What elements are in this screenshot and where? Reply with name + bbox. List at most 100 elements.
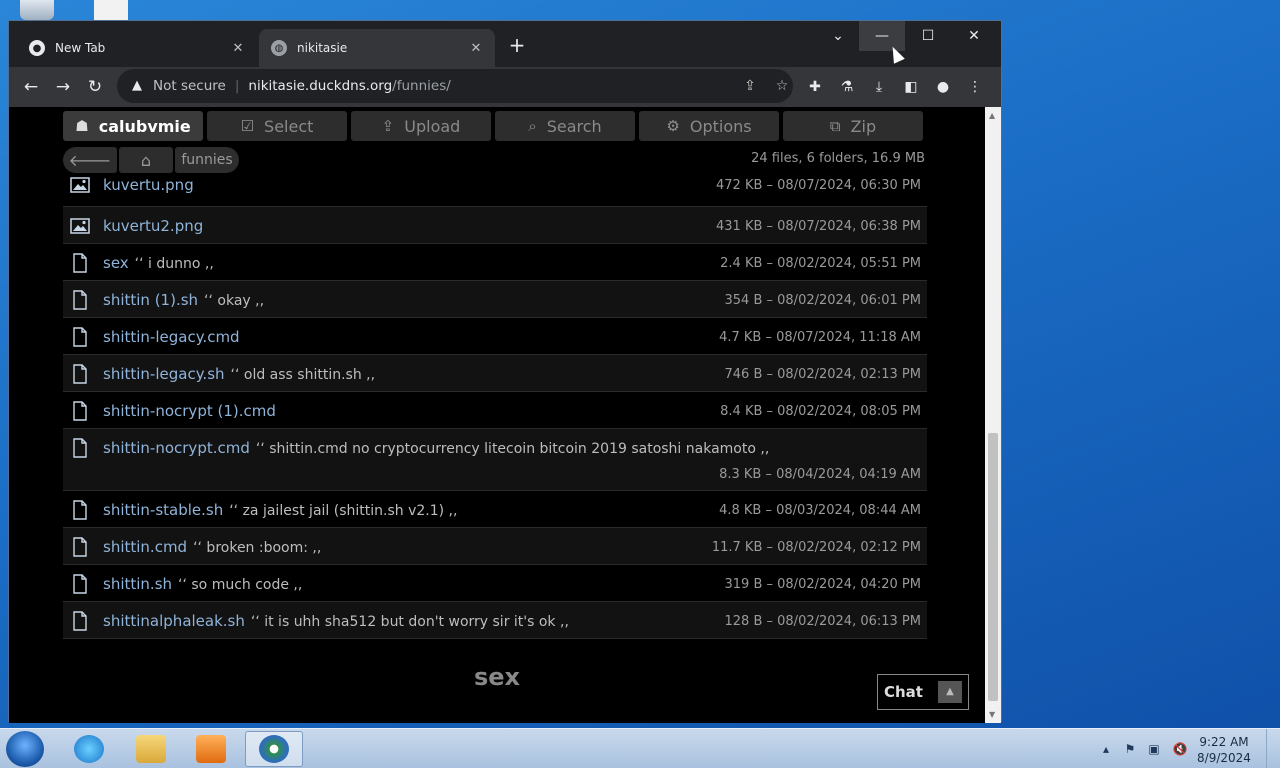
options-button[interactable]: ⚙ Options — [639, 111, 779, 141]
file-name-link[interactable]: shittin-nocrypt.cmd ‘‘ shittin.cmd no cry… — [103, 439, 769, 457]
file-row[interactable]: shittin-stable.sh ‘‘ za jailest jail (shi… — [63, 491, 927, 528]
start-button[interactable] — [6, 731, 44, 767]
zip-button[interactable]: ⧉ Zip — [783, 111, 923, 141]
network-icon[interactable]: ▣ — [1146, 741, 1162, 757]
file-row[interactable]: kuvertu.png 472 KB – 08/07/2024, 06:30 PM — [63, 176, 927, 207]
file-name[interactable]: shittin-nocrypt.cmd — [103, 439, 250, 457]
address-bar[interactable]: ▲ Not secure | nikitasie.duckdns.org /fu… — [117, 69, 793, 103]
scroll-down-icon[interactable]: ▼ — [989, 710, 995, 719]
side-panel-icon[interactable]: ◧ — [901, 77, 921, 97]
page-scrollbar[interactable]: ▲ ▼ — [985, 107, 1001, 723]
file-name[interactable]: shittin (1).sh — [103, 291, 198, 309]
chat-toggle-icon[interactable]: ▲ — [938, 681, 962, 703]
security-label[interactable]: Not secure — [153, 78, 226, 94]
tab-title: New Tab — [55, 41, 106, 55]
taskbar-clock[interactable]: 9:22 AM 8/9/2024 — [1194, 734, 1254, 766]
volume-muted-icon[interactable]: 🔇 — [1172, 741, 1188, 757]
file-name[interactable]: shittin-stable.sh — [103, 501, 223, 519]
warning-icon[interactable]: ▲ — [129, 78, 145, 94]
breadcrumb-folder[interactable]: funnies — [175, 147, 239, 173]
file-comment: ‘‘ shittin.cmd no cryptocurrency litecoi… — [255, 441, 770, 457]
close-icon[interactable]: ✕ — [467, 41, 485, 56]
file-row[interactable]: shittin.sh ‘‘ so much code ,, 319 B – 08/0… — [63, 565, 927, 602]
tray-expand-icon[interactable]: ▴ — [1098, 741, 1114, 757]
file-row[interactable]: shittin-nocrypt.cmd ‘‘ shittin.cmd no cry… — [63, 429, 927, 491]
file-row[interactable]: kuvertu2.png 431 KB – 08/07/2024, 06:38 P… — [63, 207, 927, 244]
file-name-link[interactable]: shittinalphaleak.sh ‘‘ it is uhh sha512 b… — [103, 612, 569, 630]
reload-icon[interactable]: ↻ — [81, 73, 109, 101]
back-arrow-icon: 🡐 — [68, 151, 112, 170]
file-name-link[interactable]: shittin-nocrypt (1).cmd — [103, 402, 276, 420]
file-name[interactable]: shittinalphaleak.sh — [103, 612, 245, 630]
tab-search-icon[interactable]: ⌄ — [815, 21, 861, 51]
back-arrow-icon[interactable]: ← — [17, 73, 45, 101]
scroll-up-icon[interactable]: ▲ — [989, 111, 995, 120]
file-name[interactable]: shittin.sh — [103, 575, 172, 593]
file-row[interactable]: shittinalphaleak.sh ‘‘ it is uhh sha512 b… — [63, 602, 927, 639]
file-name-link[interactable]: shittin (1).sh ‘‘ okay ,, — [103, 291, 264, 309]
file-name[interactable]: shittin-legacy.cmd — [103, 328, 240, 346]
file-name-link[interactable]: shittin.sh ‘‘ so much code ,, — [103, 575, 302, 593]
chat-widget[interactable]: Chat ▲ — [877, 674, 969, 710]
file-icon — [70, 537, 90, 557]
file-row[interactable]: shittin.cmd ‘‘ broken :boom: ,, 11.7 KB – … — [63, 528, 927, 565]
select-button[interactable]: ☑ Select — [207, 111, 347, 141]
page-viewport: ☗ calubvmie ☑ Select ⇪ Upload ⌕ Search ⚙… — [9, 107, 985, 723]
file-name-link[interactable]: kuvertu2.png — [103, 217, 203, 235]
file-name[interactable]: kuvertu2.png — [103, 217, 203, 235]
close-window-button[interactable]: ✕ — [951, 21, 997, 51]
file-icon — [70, 253, 90, 273]
file-name-link[interactable]: shittin-legacy.cmd — [103, 328, 240, 346]
file-name-link[interactable]: sex ‘‘ i dunno ,, — [103, 254, 214, 272]
share-icon[interactable]: ⇪ — [741, 77, 759, 95]
new-tab-button[interactable]: + — [507, 35, 527, 55]
file-meta: 2.4 KB – 08/02/2024, 05:51 PM — [720, 256, 921, 271]
taskbar-media-player[interactable] — [182, 731, 240, 767]
file-name-link[interactable]: kuvertu.png — [103, 176, 194, 194]
forward-arrow-icon[interactable]: → — [49, 73, 77, 101]
bookmark-star-icon[interactable]: ☆ — [773, 77, 791, 95]
file-row[interactable]: shittin-legacy.cmd 4.7 KB – 08/07/2024, 1… — [63, 318, 927, 355]
download-icon[interactable]: ⤓ — [869, 77, 889, 97]
taskbar-file-explorer[interactable] — [122, 731, 180, 767]
desktop-document-icon[interactable] — [94, 0, 128, 20]
file-meta: 128 B – 08/02/2024, 06:13 PM — [724, 614, 921, 629]
file-comment: ‘‘ old ass shittin.sh ,, — [230, 367, 376, 383]
scrollbar-thumb[interactable] — [988, 433, 998, 701]
file-icon — [70, 290, 90, 310]
profile-icon[interactable]: ● — [933, 77, 953, 97]
breadcrumb-back[interactable]: 🡐 — [63, 147, 117, 173]
upload-button[interactable]: ⇪ Upload — [351, 111, 491, 141]
file-icon — [70, 438, 90, 458]
show-desktop-button[interactable] — [1266, 729, 1280, 768]
file-name[interactable]: shittin-legacy.sh — [103, 365, 225, 383]
chrome-icon: ● — [29, 40, 45, 56]
maximize-button[interactable]: ☐ — [905, 21, 951, 51]
labs-flask-icon[interactable]: ⚗ — [837, 77, 857, 97]
tab-nikitasie[interactable]: ◍ nikitasie ✕ — [259, 29, 495, 67]
file-name-link[interactable]: shittin-legacy.sh ‘‘ old ass shittin.sh ,… — [103, 365, 375, 383]
file-name-link[interactable]: shittin.cmd ‘‘ broken :boom: ,, — [103, 538, 321, 556]
taskbar-chrome[interactable] — [245, 731, 303, 767]
file-row[interactable]: shittin-legacy.sh ‘‘ old ass shittin.sh ,… — [63, 355, 927, 392]
file-row[interactable]: shittin-nocrypt (1).cmd 8.4 KB – 08/02/20… — [63, 392, 927, 429]
file-row[interactable]: shittin (1).sh ‘‘ okay ,, 354 B – 08/02/20… — [63, 281, 927, 318]
recycle-bin-icon[interactable] — [20, 0, 54, 20]
file-meta: 319 B – 08/02/2024, 04:20 PM — [724, 577, 921, 592]
file-name[interactable]: sex — [103, 254, 129, 272]
action-center-flag-icon[interactable]: ⚑ — [1122, 741, 1138, 757]
file-name-link[interactable]: shittin-stable.sh ‘‘ za jailest jail (shi… — [103, 501, 457, 519]
close-icon[interactable]: ✕ — [229, 41, 247, 56]
file-name[interactable]: shittin.cmd — [103, 538, 187, 556]
menu-kebab-icon[interactable]: ⋮ — [965, 77, 985, 97]
file-name[interactable]: kuvertu.png — [103, 176, 194, 194]
file-row[interactable]: sex ‘‘ i dunno ,, 2.4 KB – 08/02/2024, 05:… — [63, 244, 927, 281]
search-button[interactable]: ⌕ Search — [495, 111, 635, 141]
extensions-puzzle-icon[interactable]: ✚ — [805, 77, 825, 97]
taskbar-internet-explorer[interactable] — [60, 731, 118, 767]
image-icon — [70, 175, 90, 195]
breadcrumb-home[interactable]: ⌂ — [119, 147, 173, 173]
tab-new-tab[interactable]: ● New Tab ✕ — [17, 29, 257, 67]
file-name[interactable]: shittin-nocrypt (1).cmd — [103, 402, 276, 420]
user-button[interactable]: ☗ calubvmie — [63, 111, 203, 141]
